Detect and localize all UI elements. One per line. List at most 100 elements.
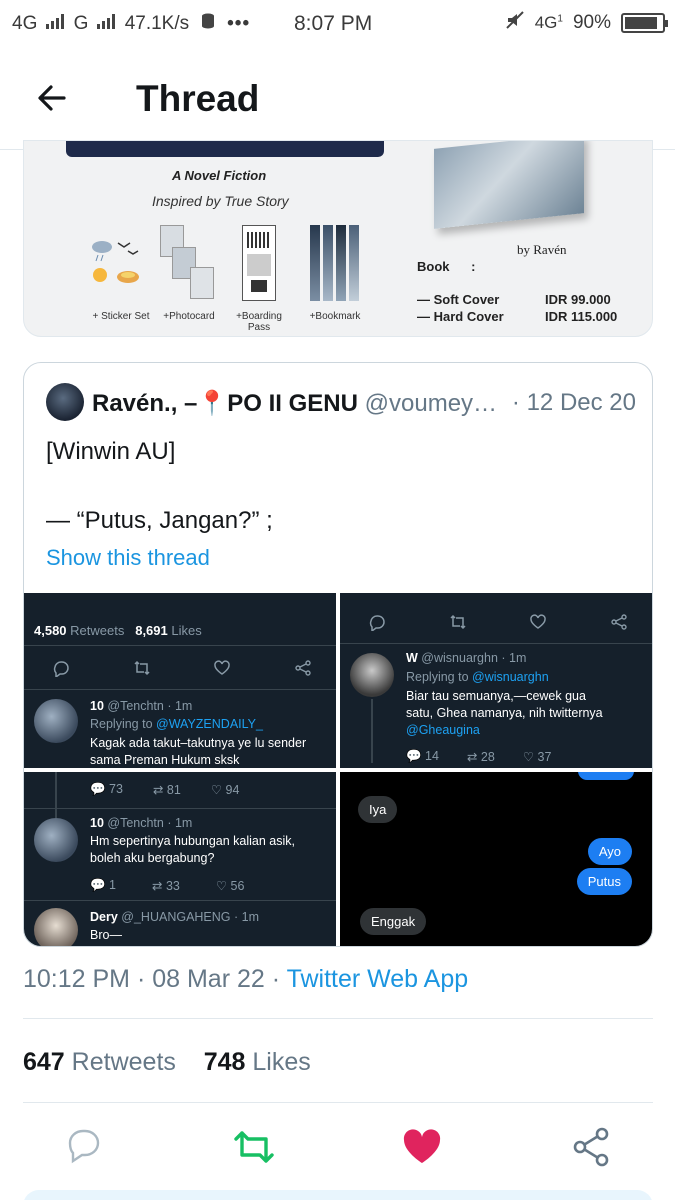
merch-label: +Boarding Pass xyxy=(236,311,282,333)
retweet-count: ⇄ 33 xyxy=(152,879,180,893)
retweets-stat[interactable]: 647 Retweets xyxy=(23,1048,176,1076)
chat-bubble: Enggak xyxy=(360,908,427,935)
reply-icon xyxy=(368,613,386,634)
back-arrow-icon[interactable] xyxy=(32,78,72,118)
like-count: ♡ 56 xyxy=(215,879,245,893)
top-app-bar: Thread xyxy=(0,48,675,150)
replying-to: Replying to @wisnuarghn xyxy=(406,670,549,684)
media-image[interactable]: 4,580 Retweets 8,691 Likes 10 @Tenchtn ·… xyxy=(24,593,336,768)
replying-to: Replying to @WAYZENDAILY_ xyxy=(90,717,263,731)
photocard-illustration xyxy=(160,225,220,303)
like-icon xyxy=(529,613,547,634)
tweet-stats: 647 Retweets 748 Likes xyxy=(23,1048,311,1077)
network-indicator: 4G xyxy=(12,13,64,35)
likes-stat[interactable]: 748 Likes xyxy=(204,1048,311,1076)
promo-image[interactable]: A Novel Fiction Inspired by True Story +… xyxy=(23,140,653,337)
more-dots-icon: ••• xyxy=(227,13,251,34)
reply-text: Biar tau semuanya,—cewek gua xyxy=(406,689,586,703)
tweet-text-line: — “Putus, Jangan?” ; xyxy=(46,507,273,534)
media-image[interactable]: Iya Ayo Putus Enggak xyxy=(340,772,652,946)
promo-banner xyxy=(66,141,384,157)
reply-text: boleh aku bergabung? xyxy=(90,851,215,865)
book-cover-illustration xyxy=(434,141,584,229)
divider xyxy=(23,1018,653,1019)
media-image[interactable]: W @wisnuarghn · 1m Replying to @wisnuarg… xyxy=(340,593,652,768)
share-icon xyxy=(610,613,628,634)
reply-text: Hm sepertinya hubungan kalian asik, xyxy=(90,834,295,848)
chat-bubble: Iya xyxy=(358,796,398,823)
show-thread-link[interactable]: Show this thread xyxy=(46,545,210,571)
sticker-set-illustration xyxy=(88,237,148,292)
data-saver-icon xyxy=(199,12,217,36)
reply-author: Dery @_HUANGAHENG · 1m xyxy=(90,910,259,924)
media-action-row xyxy=(368,613,628,634)
next-tweet-preview xyxy=(23,1190,653,1200)
reply-text: Kagak ada takut–takutnya ye lu sender xyxy=(90,736,307,750)
reply-button[interactable] xyxy=(64,1125,108,1169)
reply-icon xyxy=(52,659,70,680)
clock: 8:07 PM xyxy=(294,12,373,35)
status-bar: 4G G 47.1K/s ••• 8:07 PM 4G1 90% xyxy=(0,0,675,48)
reply-text: Bro— xyxy=(90,928,122,942)
boarding-pass-illustration xyxy=(242,225,276,301)
network-indicator-2: G xyxy=(74,13,115,35)
reply-author: W @wisnuarghn · 1m xyxy=(406,651,527,665)
promo-subtitle: Inspired by True Story xyxy=(152,193,289,209)
divider xyxy=(23,1102,653,1103)
retweet-button[interactable] xyxy=(232,1125,276,1169)
retweet-icon xyxy=(133,659,151,680)
author-name-suffix: PO II GENU xyxy=(227,390,358,417)
avatar xyxy=(34,699,78,743)
book-author: by Ravén xyxy=(517,242,567,257)
share-button[interactable] xyxy=(570,1125,614,1169)
author-handle: @voumey… xyxy=(364,390,498,417)
chat-bubble: Putus xyxy=(576,868,632,895)
pin-icon: 📍 xyxy=(197,390,228,417)
like-icon xyxy=(213,659,231,680)
media-action-row: 💬 14 ⇄ 28 ♡ 37 xyxy=(406,749,551,764)
battery-percent: 90% xyxy=(572,12,611,33)
author-name: Ravén., – xyxy=(92,390,198,417)
chat-bubble-partial xyxy=(578,772,634,780)
retweet-count: ⇄ 81 xyxy=(152,783,181,797)
media-grid: 4,580 Retweets 8,691 Likes 10 @Tenchtn ·… xyxy=(24,593,652,946)
mention-link: @Gheaugina xyxy=(406,723,480,737)
reply-text: satu, Ghea namanya, nih twitternya xyxy=(406,706,603,720)
battery-icon xyxy=(621,13,668,33)
signal-icon xyxy=(96,13,115,29)
mute-icon xyxy=(505,10,525,36)
like-button[interactable] xyxy=(400,1125,444,1169)
reply-text: sama Preman Hukum sksk xyxy=(90,753,240,767)
share-icon xyxy=(294,659,312,680)
media-image[interactable]: 💬 73 ⇄ 81 ♡ 94 10 @Tenchtn · 1m Hm seper… xyxy=(24,772,336,946)
like-count: ♡ 37 xyxy=(522,750,552,764)
chat-bubble: Ayo xyxy=(587,838,632,865)
media-stats: 4,580 Retweets 8,691 Likes xyxy=(34,623,202,638)
quoted-tweet[interactable]: Ravén., –📍PO II GENU @voumey… · 12 Dec 2… xyxy=(23,362,653,947)
merch-label: +Photocard xyxy=(163,311,215,322)
network-4g-indicator: 4G1 xyxy=(534,13,563,32)
network-speed: 47.1K/s xyxy=(124,13,190,34)
tweet-source-link[interactable]: Twitter Web App xyxy=(287,965,469,993)
reply-author: 10 @Tenchtn · 1m xyxy=(90,816,193,830)
retweet-icon xyxy=(449,613,467,634)
avatar xyxy=(34,908,78,946)
reply-author: 10 @Tenchtn · 1m xyxy=(90,699,193,713)
page-title: Thread xyxy=(136,78,260,119)
bookmark-illustration xyxy=(310,225,362,301)
tweet-timestamp: 10:12 PM · 08 Mar 22 · Twitter Web App xyxy=(23,965,469,993)
media-action-row: 💬 1 ⇄ 33 ♡ 56 xyxy=(90,878,244,893)
avatar xyxy=(34,818,78,862)
media-action-row xyxy=(52,659,312,680)
book-label: Book : xyxy=(417,259,476,274)
tweet-date: · 12 Dec 20 xyxy=(507,389,636,417)
like-count: ♡ 94 xyxy=(210,783,240,797)
tweet-text-line: [Winwin AU] xyxy=(46,438,176,465)
avatar[interactable] xyxy=(46,383,84,421)
promo-title: A Novel Fiction xyxy=(172,168,267,183)
retweet-count: ⇄ 28 xyxy=(466,750,495,764)
signal-icon xyxy=(45,13,64,29)
merch-label: +Bookmark xyxy=(309,311,361,322)
media-action-row: 💬 73 ⇄ 81 ♡ 94 xyxy=(90,782,239,797)
reply-count: 💬 1 xyxy=(90,878,116,892)
